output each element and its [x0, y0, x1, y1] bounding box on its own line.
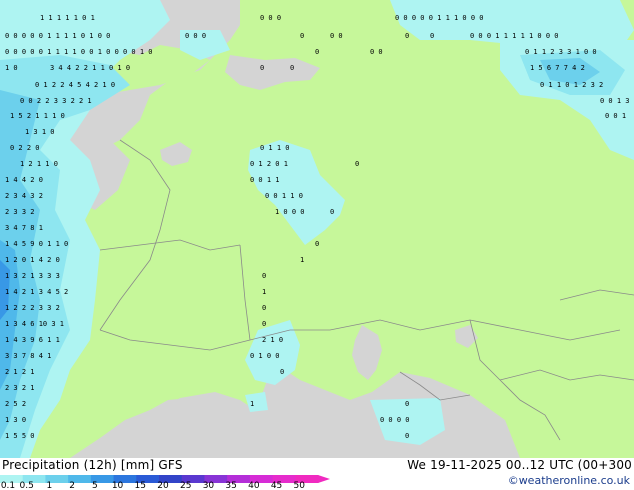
map-title: Precipitation (12h) [mm] GFS [2, 458, 183, 472]
legend-tick-label: 10 [111, 481, 124, 490]
credit-link[interactable]: ©weatheronline.co.uk [508, 474, 630, 487]
precip-value-label: 1 3 0 [5, 416, 26, 424]
legend-tick-label: 0.5 [19, 481, 34, 490]
precip-value-label: 0 0 0 0 0 1 1 1 1 0 0 1 0 0 0 0 1 0 [5, 48, 153, 56]
legend-tick-label: 2 [69, 481, 76, 490]
precip-value-label: 0 0 1 1 0 [265, 192, 303, 200]
precip-value-label: 2 3 2 1 [5, 384, 35, 392]
precip-value-label: 3 3 7 8 4 1 [5, 352, 51, 360]
precip-value-label: 1 4 3 9 6 1 1 [5, 336, 60, 344]
precip-value-label: 3 4 4 2 2 1 1 0 1 0 [50, 64, 130, 72]
precip-value-label: 0 1 2 2 4 5 4 2 1 0 [35, 81, 115, 89]
legend-tick-label: 1 [46, 481, 53, 490]
valid-time: We 19-11-2025 00..12 UTC (00+300 [407, 458, 632, 472]
precip-value-label: 0 0 0 [185, 32, 206, 40]
precip-value-label: 1 [250, 400, 254, 408]
footer-bar: Precipitation (12h) [mm] GFS We 19-11-20… [0, 458, 634, 490]
precip-value-label: 0 [405, 400, 409, 408]
precip-value-label: 0 [262, 272, 266, 280]
precip-value-label: 3 4 7 8 1 [5, 224, 43, 232]
precip-value-label: 1 [262, 288, 266, 296]
precip-value-label: 2 5 2 [5, 400, 26, 408]
precip-value-label: 0 [262, 304, 266, 312]
precip-value-label: 2 1 2 1 [5, 368, 35, 376]
precip-value-label: 1 0 [5, 64, 18, 72]
precip-value-label: 0 0 0 0 [380, 416, 410, 424]
precip-value-label: 0 [300, 32, 304, 40]
precip-value-label: 0 1 0 0 [250, 352, 280, 360]
precip-value-label: 0 [315, 240, 319, 248]
precip-value-label: 0 [290, 64, 294, 72]
precip-value-label: 2 3 3 2 [5, 208, 35, 216]
precip-value-label: 0 [430, 32, 434, 40]
precip-value-label: 1 5 2 1 1 1 0 [10, 112, 65, 120]
precip-value-label: 0 [262, 320, 266, 328]
precip-value-label: 0 0 0 0 0 1 1 1 1 0 1 0 0 [5, 32, 110, 40]
precip-value-label: 1 4 5 9 0 1 1 0 [5, 240, 68, 248]
precip-value-label: 1 [300, 256, 304, 264]
precip-value-label: 2 3 4 3 2 [5, 192, 43, 200]
legend-tick-label: 35 [225, 481, 237, 490]
map-page: { "header": { "title": "Precipitation (1… [0, 0, 634, 490]
precip-value-label: 0 0 [330, 32, 343, 40]
precip-value-label: 1 1 1 1 1 0 1 [40, 14, 95, 22]
precip-value-label: 0 [260, 64, 264, 72]
legend-tick-label: 0.1 [0, 481, 16, 490]
precip-value-label: 1 3 1 0 [25, 128, 55, 136]
precip-value-label: 0 [315, 48, 319, 56]
precip-value-label: 0 0 2 2 3 3 2 2 1 [20, 97, 92, 105]
legend-tick-label: 25 [179, 481, 192, 490]
precip-value-label: 0 [405, 32, 409, 40]
legend-tick-label: 15 [134, 481, 147, 490]
precip-value-label: 1 5 5 0 [5, 432, 35, 440]
precip-value-label: 0 0 0 1 1 1 1 1 0 0 0 [470, 32, 559, 40]
precip-value-label: 1 4 4 2 0 [5, 176, 43, 184]
precip-value-label: 0 2 2 0 [10, 144, 40, 152]
precip-value-label: 0 0 [370, 48, 383, 56]
legend-tick-label: 30 [202, 481, 215, 490]
precip-value-label: 1 2 2 2 3 3 2 [5, 304, 60, 312]
precip-value-label: 1 2 0 1 4 2 0 [5, 256, 60, 264]
precip-value-label: 0 1 1 0 [260, 144, 290, 152]
legend-tick-label: 20 [157, 481, 169, 490]
legend-tick-label: 45 [270, 481, 283, 490]
precip-value-label: 2 1 0 [262, 336, 283, 344]
precip-value-label: 1 0 0 0 [275, 208, 305, 216]
legend-tick-label: 50 [293, 481, 306, 490]
precip-value-label: 0 0 0 [260, 14, 281, 22]
precip-value-label: 1 4 2 1 3 4 5 2 [5, 288, 68, 296]
precip-value-label: 0 1 1 0 1 2 3 2 [540, 81, 603, 89]
precip-value-label: 0 0 1 1 [250, 176, 280, 184]
precip-value-label: 0 0 1 [605, 112, 626, 120]
precip-value-label: 1 3 2 1 3 3 3 [5, 272, 60, 280]
legend-tick-label: 40 [248, 481, 260, 490]
legend-labels: 0.1 0.5 1 2 5 10 15 20 25 30 35 40 45 50 [0, 481, 330, 490]
precip-value-label: 0 1 1 2 3 3 1 0 0 [525, 48, 597, 56]
precip-value-label: 1 2 1 1 0 [20, 160, 58, 168]
precip-value-label: 0 0 0 0 0 1 1 1 0 0 0 [395, 14, 484, 22]
precip-value-label: 0 0 1 3 [600, 97, 630, 105]
precip-value-label: 1 5 6 7 7 4 2 [530, 64, 585, 72]
precip-value-label: 0 1 2 0 1 [250, 160, 288, 168]
precip-value-label: 0 [355, 160, 359, 168]
precip-value-label: 0 [280, 368, 284, 376]
precipitation-map: 1 1 1 1 1 0 10 0 00 0 0 0 0 1 1 1 0 0 00… [0, 0, 634, 458]
legend-tick-label: 5 [91, 481, 98, 490]
precip-value-label: 0 [330, 208, 334, 216]
precip-value-label: 0 [405, 432, 409, 440]
precip-value-label: 1 3 4 6 10 3 1 [5, 320, 64, 328]
